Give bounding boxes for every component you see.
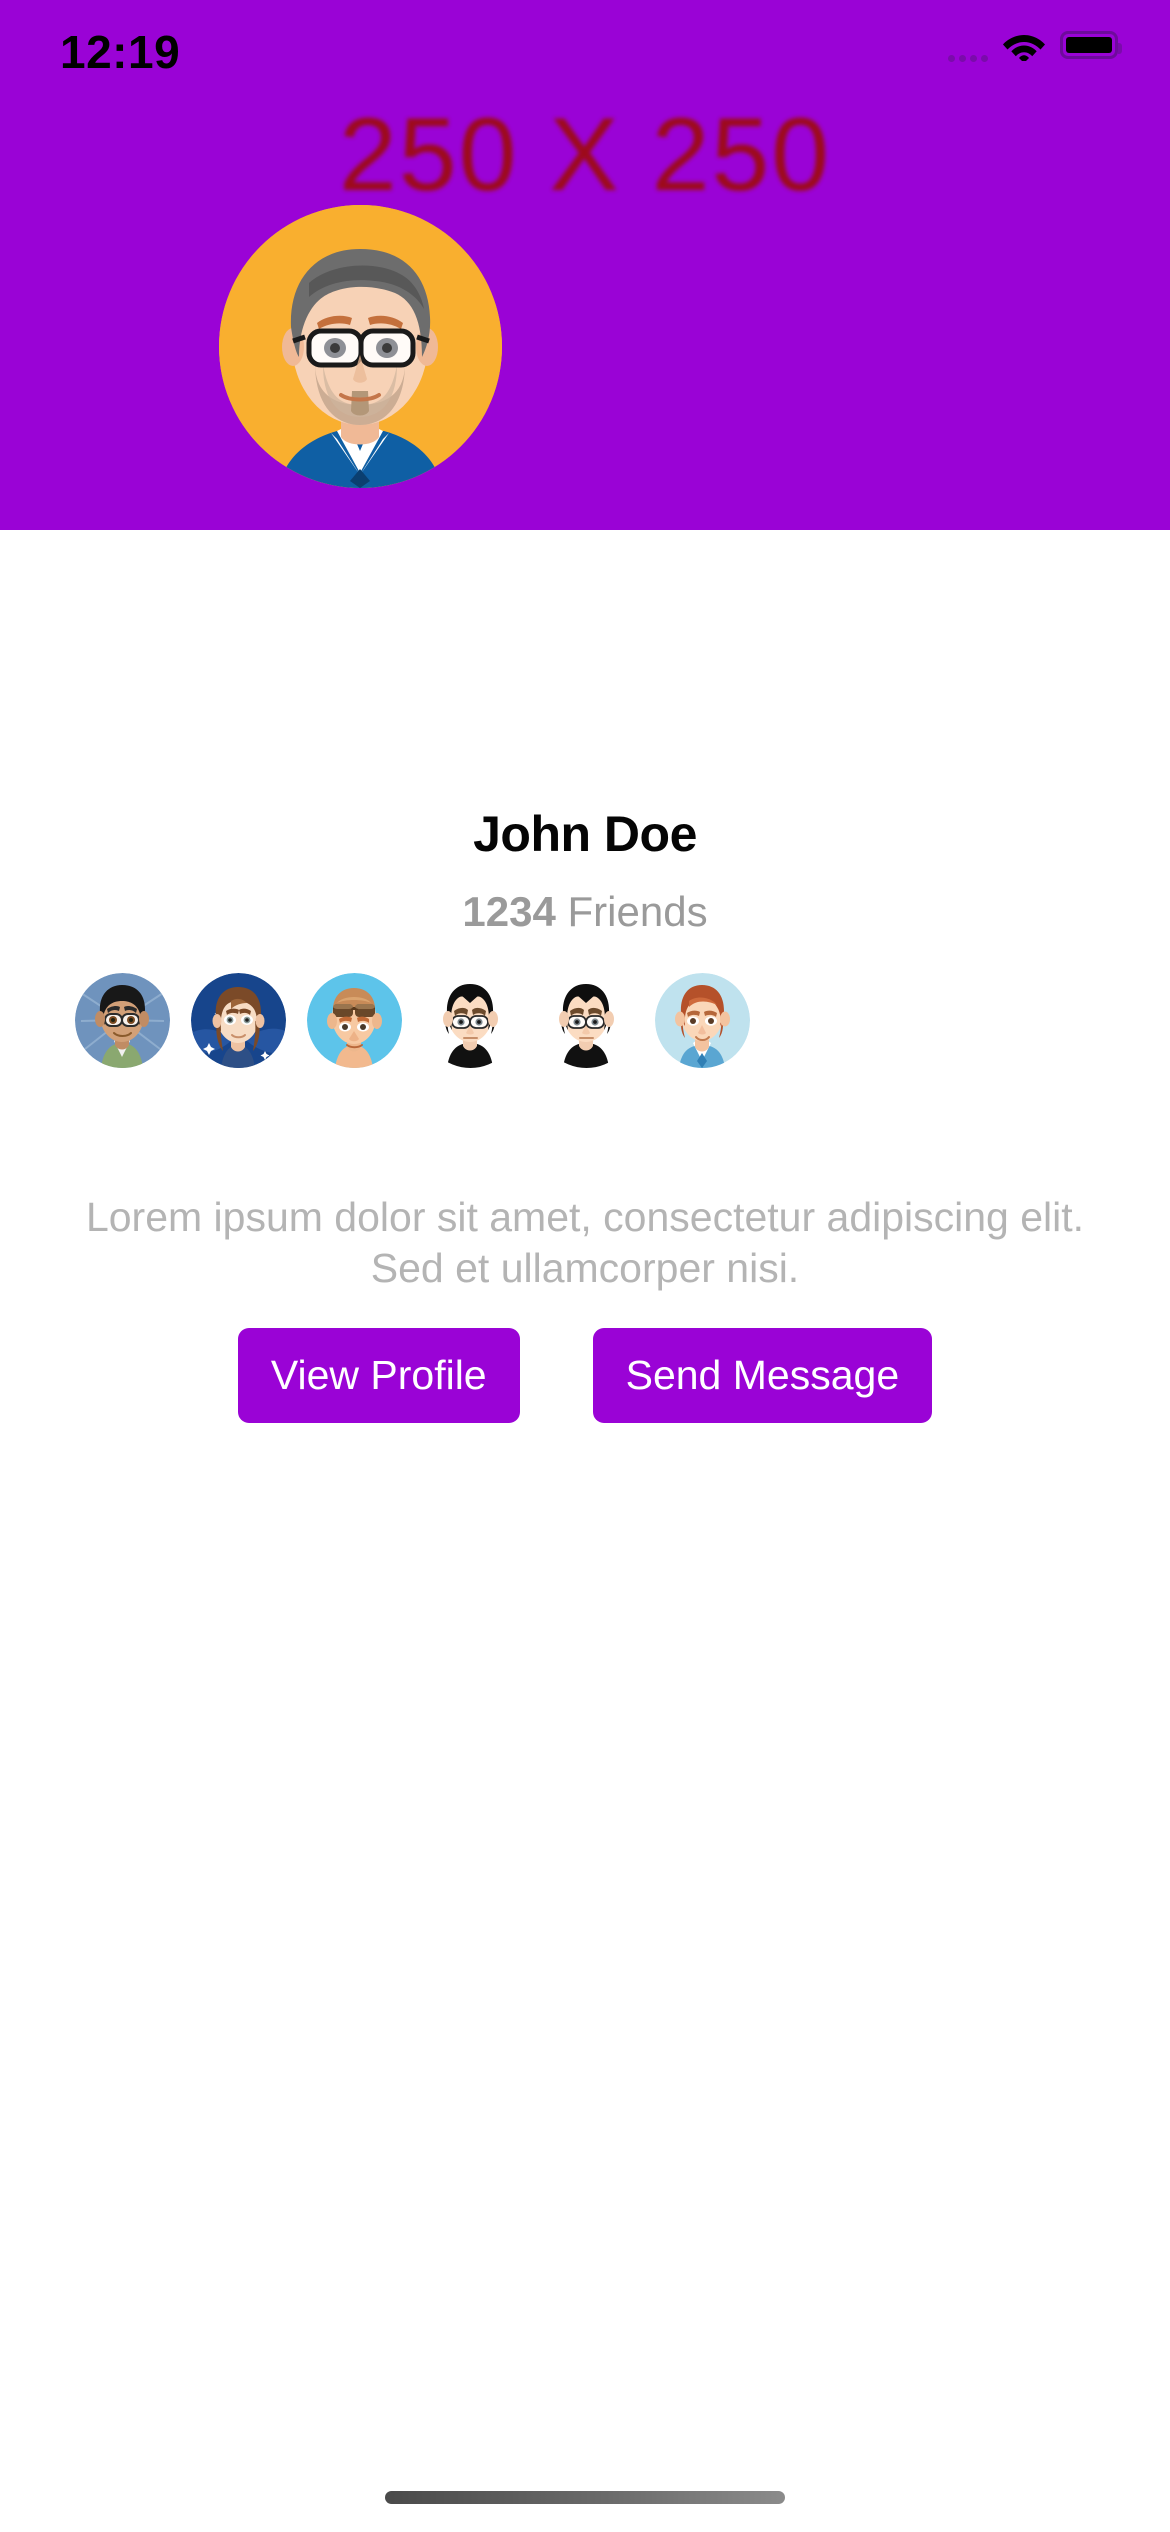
friends-avatar-list: [75, 965, 1095, 1075]
profile-action-buttons: View Profile Send Message: [0, 1328, 1170, 1424]
friend-avatar-3[interactable]: [307, 972, 402, 1068]
battery-full-icon: [1060, 31, 1122, 59]
profile-name: John Doe: [473, 806, 697, 862]
phone-screen: 250 X 250 12:19 John Doe 1234 Friends Lo…: [0, 0, 1170, 2532]
wifi-icon: [1002, 29, 1046, 61]
friend-avatar-2[interactable]: [191, 972, 286, 1068]
friends-label: Friends: [567, 888, 708, 935]
friends-count-line: 1234 Friends: [0, 888, 1170, 936]
friend-avatar-6[interactable]: [655, 972, 750, 1068]
status-bar-indicators: [948, 28, 1122, 62]
profile-avatar[interactable]: [219, 205, 502, 488]
view-profile-button[interactable]: View Profile: [237, 1328, 520, 1424]
status-bar-time: 12:19: [60, 26, 181, 78]
signal-dots-icon: [948, 28, 988, 62]
banner-placeholder-label: 250 X 250: [338, 97, 832, 213]
status-bar: 12:19: [0, 0, 1170, 100]
friend-avatar-5[interactable]: [539, 972, 634, 1068]
profile-bio: Lorem ipsum dolor sit amet, consectetur …: [85, 1194, 1085, 1292]
friend-avatar-4[interactable]: [423, 972, 518, 1068]
home-indicator[interactable]: [385, 2491, 785, 2504]
friend-avatar-1[interactable]: [75, 972, 170, 1068]
friends-count: 1234: [462, 888, 556, 935]
send-message-button[interactable]: Send Message: [592, 1328, 933, 1424]
